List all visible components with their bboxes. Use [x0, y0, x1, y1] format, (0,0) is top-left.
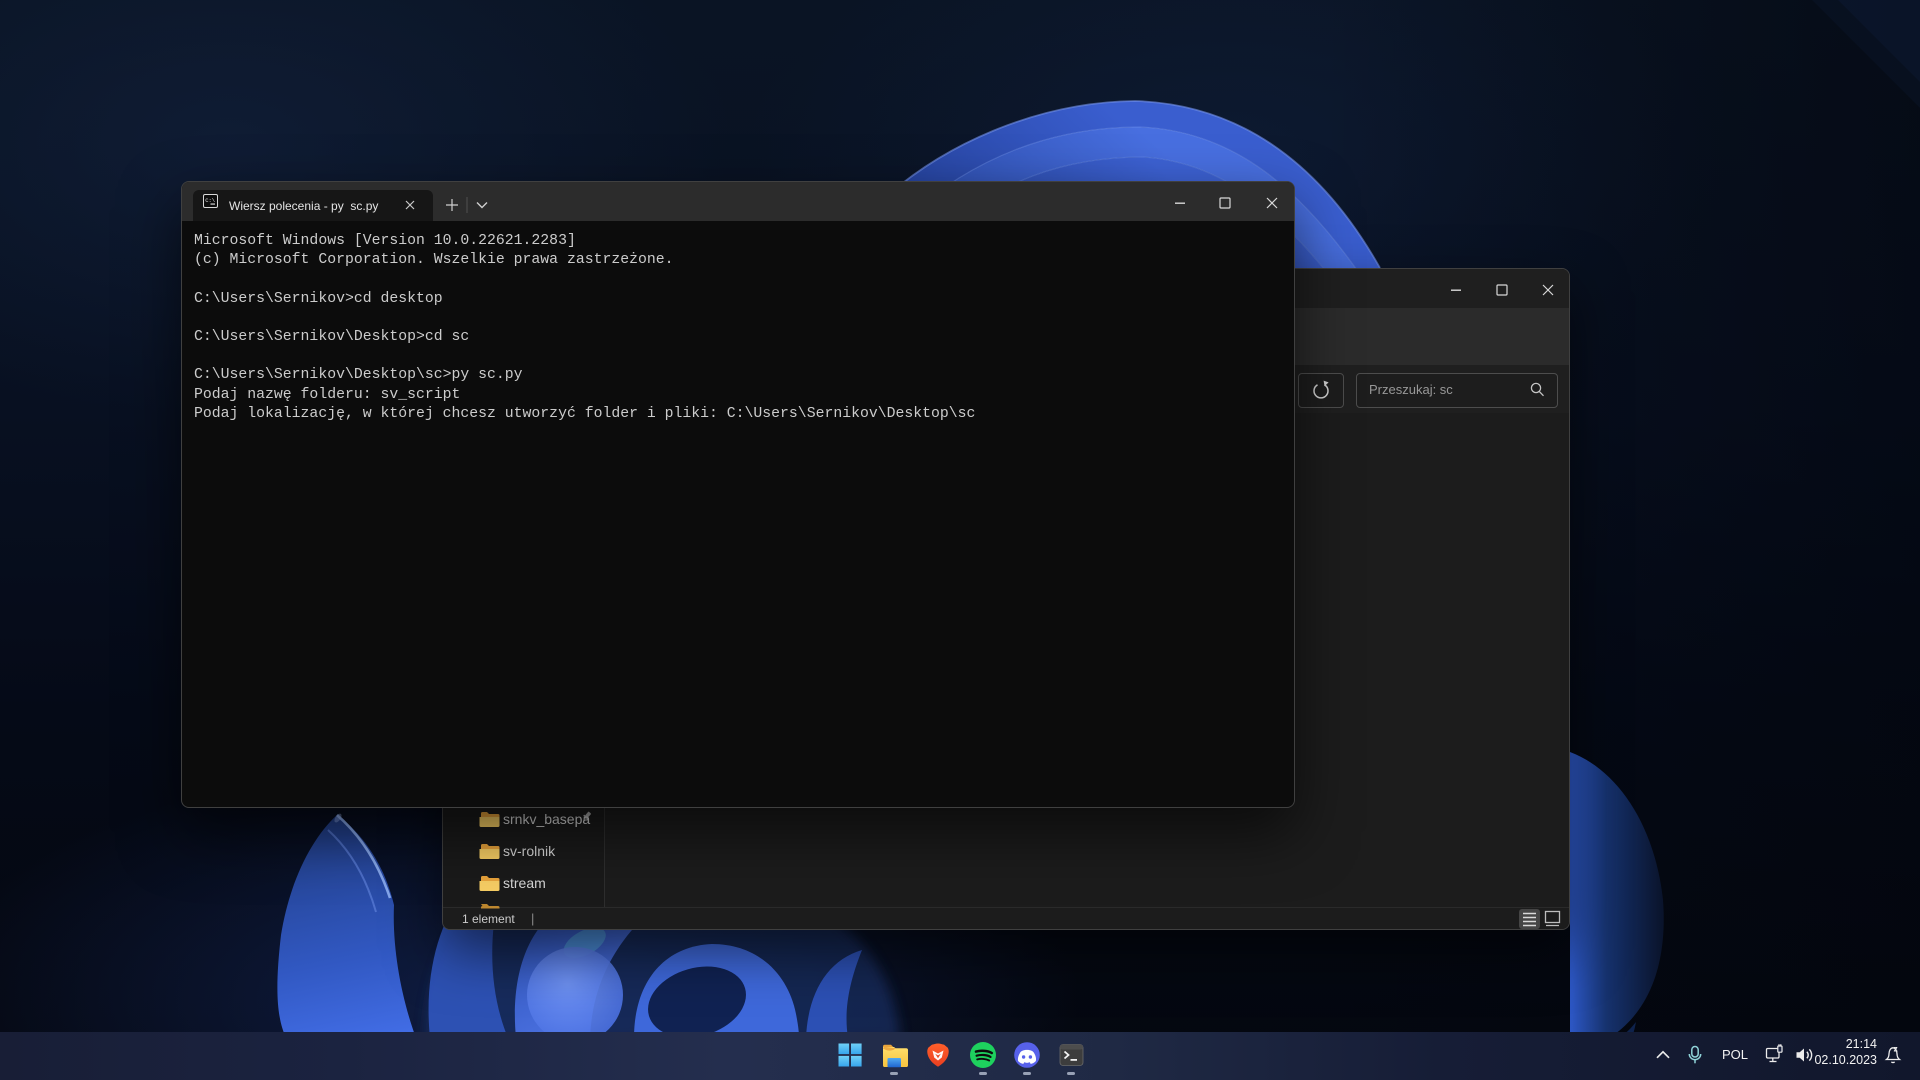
svg-text:z: z	[1894, 1044, 1898, 1054]
svg-text:C:\: C:\	[205, 197, 215, 204]
